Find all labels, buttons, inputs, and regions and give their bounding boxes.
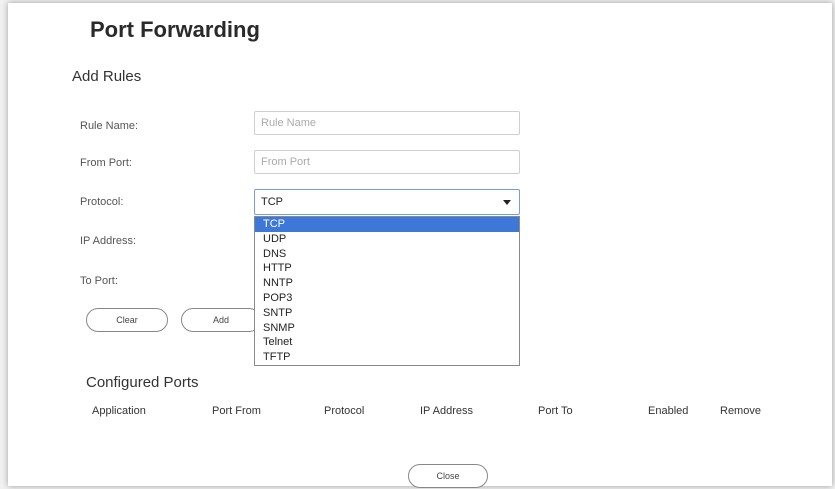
to-port-label: To Port: [80,275,118,287]
protocol-option[interactable]: SNTP [255,306,519,321]
from-port-input[interactable]: From Port [254,150,520,174]
protocol-option[interactable]: Telnet [255,335,519,350]
protocol-select[interactable]: TCP [254,189,520,215]
add-button[interactable]: Add [181,308,261,332]
from-port-placeholder: From Port [261,156,310,168]
chevron-down-icon [503,200,511,205]
protocol-option[interactable]: SNMP [255,321,519,336]
column-header-ip-address: IP Address [420,405,473,417]
protocol-dropdown-list: TCP UDP DNS HTTP NNTP POP3 SNTP SNMP Tel… [254,216,520,366]
rule-name-input[interactable]: Rule Name [254,111,520,135]
ip-address-label: IP Address: [80,235,137,247]
clear-button[interactable]: Clear [86,308,168,332]
protocol-option[interactable]: HTTP [255,261,519,276]
column-header-enabled: Enabled [648,405,689,417]
protocol-label: Protocol: [80,196,124,208]
protocol-selected-value: TCP [261,196,283,208]
port-forwarding-dialog: Port Forwarding Add Rules Rule Name: Rul… [8,3,832,488]
column-header-remove: Remove [720,405,761,417]
column-header-protocol: Protocol [324,405,365,417]
protocol-option[interactable]: TFTP [255,350,519,365]
configured-ports-heading: Configured Ports [86,374,199,391]
rule-name-placeholder: Rule Name [261,117,317,129]
protocol-option[interactable]: DNS [255,247,519,262]
column-header-port-from: Port From [212,405,261,417]
protocol-option[interactable]: POP3 [255,291,519,306]
column-header-port-to: Port To [538,405,573,417]
close-button[interactable]: Close [408,464,488,488]
protocol-option[interactable]: NNTP [255,276,519,291]
protocol-option[interactable]: TCP [255,217,519,232]
from-port-label: From Port: [80,157,132,169]
page-title: Port Forwarding [90,17,260,42]
rule-name-label: Rule Name: [80,120,139,132]
add-rules-heading: Add Rules [72,68,142,85]
protocol-option[interactable]: UDP [255,232,519,247]
column-header-application: Application [92,405,146,417]
